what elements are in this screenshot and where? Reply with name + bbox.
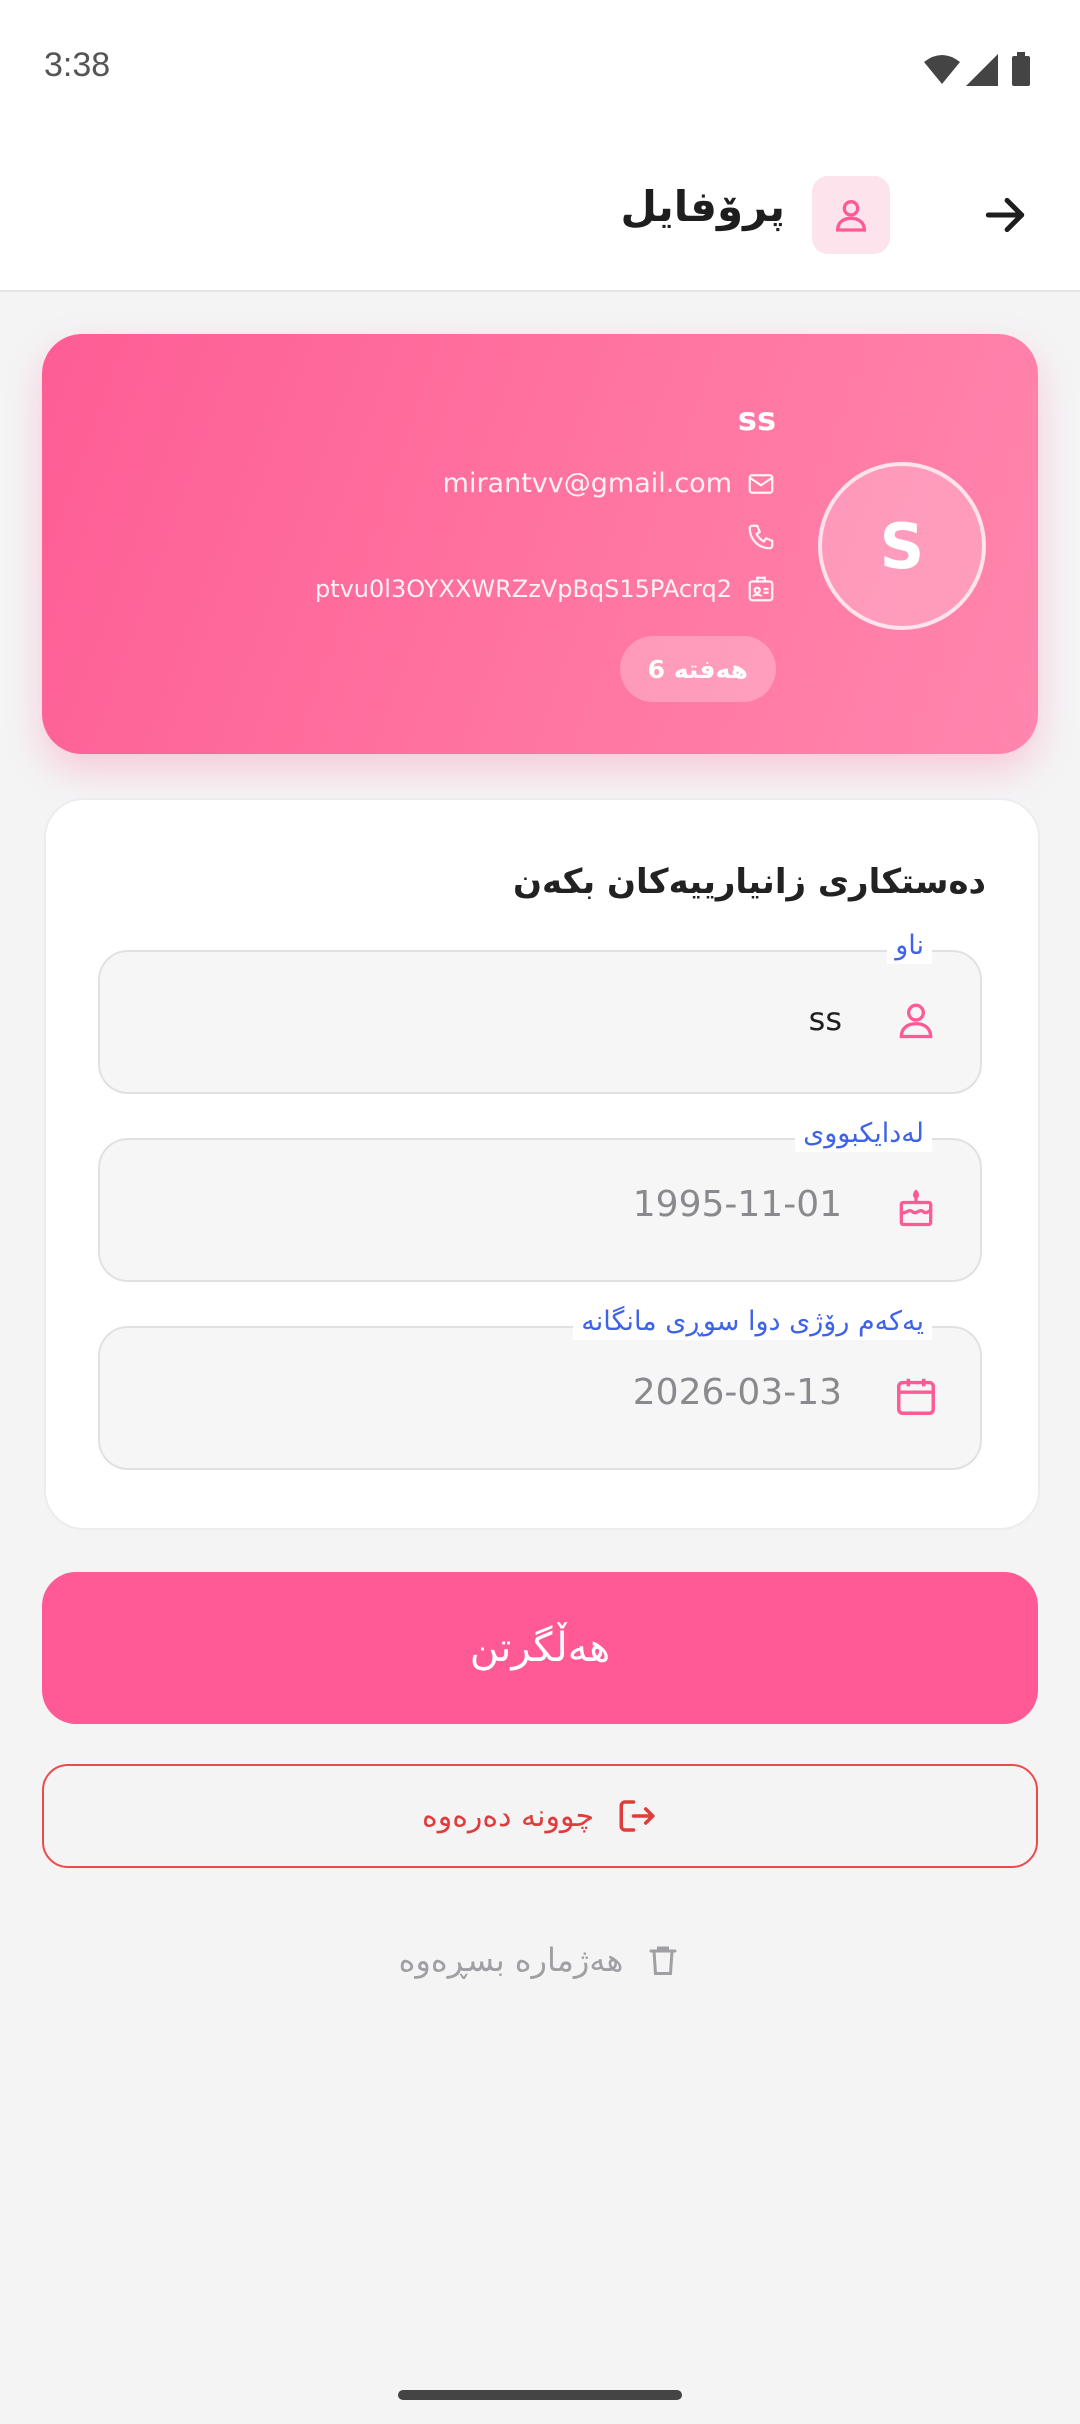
cake-icon	[888, 1180, 944, 1236]
back-button[interactable]	[974, 184, 1036, 246]
app-header: پرۆفایل	[0, 140, 1080, 292]
person-icon	[835, 200, 867, 232]
status-bar: 3:38	[0, 0, 1080, 140]
pregnancy-week-badge: هەفتە 6	[619, 636, 776, 702]
email-row: mirantvv@gmail.com	[443, 468, 776, 499]
profile-email: mirantvv@gmail.com	[442, 468, 732, 499]
delete-account-button[interactable]: هەژمارە بسڕەوە	[0, 1930, 1080, 1990]
save-button[interactable]: هەڵگرتن	[42, 1572, 1038, 1724]
avatar: S	[818, 462, 986, 630]
phone-row	[732, 522, 776, 552]
mail-icon	[748, 473, 774, 494]
last-period-field-value[interactable]: 2026-03-13	[633, 1372, 842, 1413]
trash-icon	[649, 1946, 677, 1975]
save-button-label: هەڵگرتن	[469, 1625, 611, 1671]
last-period-field-box[interactable]	[98, 1326, 982, 1470]
birthdate-field-value[interactable]: 1995-11-01	[633, 1184, 842, 1225]
home-indicator[interactable]	[398, 2390, 682, 2400]
delete-account-label: هەژمارە بسڕەوە	[398, 1941, 624, 1979]
birthdate-field-label: لەدایکبووی	[795, 1116, 932, 1152]
name-field-value[interactable]: ss	[809, 1000, 842, 1038]
arrow-right-icon	[985, 197, 1025, 233]
birthdate-field-box[interactable]	[98, 1138, 982, 1282]
last-period-field[interactable]: یەکەم رۆژی دوا سوڕی مانگانە 2026-03-13	[98, 1304, 982, 1470]
logout-icon	[619, 1800, 655, 1832]
page-title: پرۆفایل	[620, 182, 785, 231]
user-id-row: ptvu0l3OYXXWRZzVpBqS15PAcrq2	[315, 574, 776, 604]
last-period-field-label: یەکەم رۆژی دوا سوڕی مانگانە	[573, 1304, 932, 1340]
battery-icon	[1012, 56, 1030, 86]
status-icons	[924, 52, 1030, 86]
calendar-icon	[888, 1368, 944, 1424]
birthdate-field[interactable]: لەدایکبووی 1995-11-01	[98, 1116, 982, 1282]
id-badge-icon	[748, 576, 774, 602]
name-field-label: ناو	[887, 928, 932, 964]
avatar-letter: S	[879, 509, 925, 583]
phone-icon	[748, 524, 774, 550]
profile-card: S ss mirantvv@gmail.com ptvu0l3OYXXWRZzV…	[42, 334, 1038, 754]
profile-name: ss	[737, 400, 776, 438]
edit-info-card: دەستکاری زانیارییەکان بکەن ناو ss لەدایک…	[44, 798, 1040, 1530]
logout-button-label: چوونە دەرەوە	[422, 1798, 594, 1834]
header-profile-icon-box	[812, 176, 890, 254]
signal-icon	[966, 54, 998, 86]
person-icon	[888, 992, 944, 1048]
profile-user-id: ptvu0l3OYXXWRZzVpBqS15PAcrq2	[314, 575, 732, 603]
wifi-icon	[924, 55, 960, 84]
edit-info-title: دەستکاری زانیارییەکان بکەن	[513, 862, 986, 902]
status-time: 3:38	[44, 46, 111, 84]
name-field-box[interactable]	[98, 950, 982, 1094]
logout-button[interactable]: چوونە دەرەوە	[42, 1764, 1038, 1868]
name-field[interactable]: ناو ss	[98, 928, 982, 1094]
